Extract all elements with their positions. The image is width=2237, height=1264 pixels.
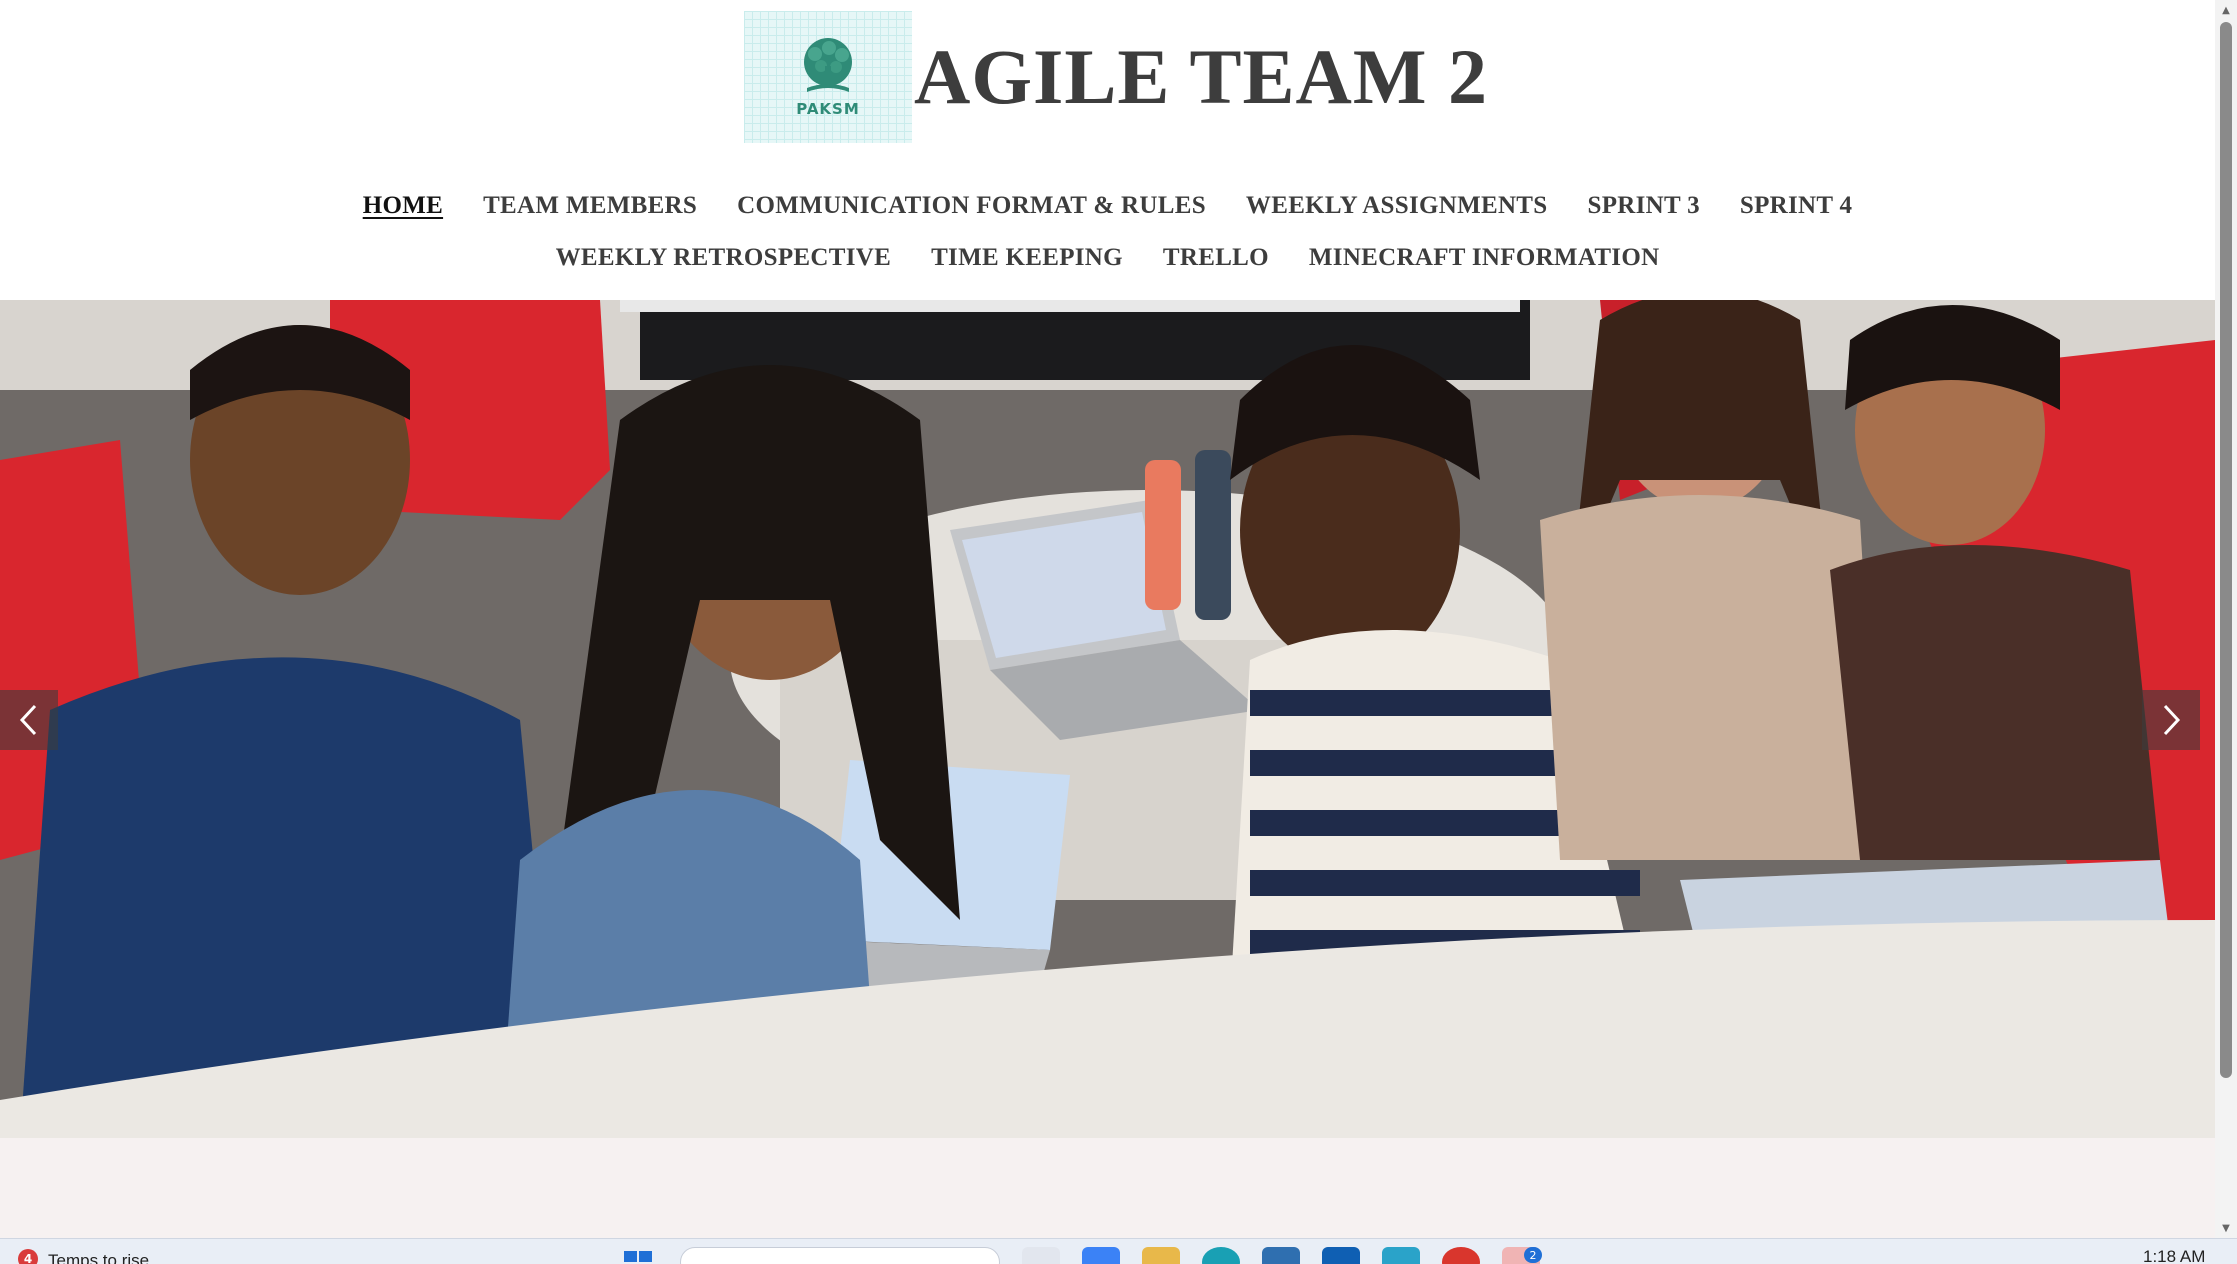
image-slideshow: [0, 300, 2215, 1138]
nav-item-sprint-4[interactable]: SPRINT 4: [1740, 192, 1852, 220]
weather-text: Temps to rise: [48, 1251, 150, 1264]
taskbar-apps: 2: [620, 1247, 1542, 1264]
app-badge: 2: [1524, 1247, 1542, 1263]
scroll-up-arrow-icon[interactable]: ▲: [2215, 0, 2237, 20]
vertical-scrollbar[interactable]: ▲ ▼: [2215, 0, 2237, 1238]
chevron-left-icon: [19, 704, 37, 736]
chevron-right-icon: [2163, 704, 2181, 736]
nav-item-trello[interactable]: TRELLO: [1163, 244, 1269, 272]
slideshow-next-button[interactable]: [2142, 690, 2200, 750]
site-logo[interactable]: PAKSM: [744, 11, 912, 143]
site-title[interactable]: AGILE TEAM 2: [914, 11, 1488, 143]
task-view-icon[interactable]: [1022, 1247, 1060, 1264]
app-icon[interactable]: [1382, 1247, 1420, 1264]
nav-row-2: WEEKLY RETROSPECTIVE TIME KEEPING TRELLO…: [0, 232, 2215, 284]
weather-widget[interactable]: 4 Temps to rise: [18, 1239, 149, 1264]
scroll-thumb[interactable]: [2220, 22, 2232, 1078]
nav-item-weekly-retrospective[interactable]: WEEKLY RETROSPECTIVE: [556, 244, 892, 272]
brand[interactable]: PAKSM AGILE TEAM 2: [744, 11, 1488, 143]
nav-item-sprint-3[interactable]: SPRINT 3: [1588, 192, 1700, 220]
outlook-icon[interactable]: [1322, 1247, 1360, 1264]
active-app-icon[interactable]: 2: [1502, 1247, 1542, 1264]
nav-item-home[interactable]: HOME: [363, 192, 443, 220]
nav-item-communication-format-rules[interactable]: COMMUNICATION FORMAT & RULES: [737, 192, 1206, 220]
chrome-browser-icon[interactable]: [1442, 1247, 1480, 1264]
main-navigation: HOME TEAM MEMBERS COMMUNICATION FORMAT &…: [0, 180, 2215, 284]
content-area: [0, 1138, 2215, 1238]
taskbar-search-input[interactable]: [680, 1247, 1000, 1264]
edge-browser-icon[interactable]: [1202, 1247, 1240, 1264]
tree-icon: [804, 38, 852, 92]
site-header: PAKSM AGILE TEAM 2 HOME TEAM MEMBERS COM…: [0, 0, 2215, 300]
logo-text: PAKSM: [796, 100, 860, 118]
slideshow-prev-button[interactable]: [0, 690, 58, 750]
web-page: PAKSM AGILE TEAM 2 HOME TEAM MEMBERS COM…: [0, 0, 2215, 1238]
scroll-down-arrow-icon[interactable]: ▼: [2215, 1218, 2237, 1238]
file-explorer-icon[interactable]: [1142, 1247, 1180, 1264]
nav-row-1: HOME TEAM MEMBERS COMMUNICATION FORMAT &…: [0, 180, 2215, 232]
start-windows-icon[interactable]: [620, 1247, 658, 1264]
nav-item-team-members[interactable]: TEAM MEMBERS: [483, 192, 697, 220]
weather-badge: 4: [18, 1249, 38, 1264]
nav-item-time-keeping[interactable]: TIME KEEPING: [931, 244, 1123, 272]
store-icon[interactable]: [1262, 1247, 1300, 1264]
nav-item-minecraft-information[interactable]: MINECRAFT INFORMATION: [1309, 244, 1660, 272]
team-photo: [0, 300, 2215, 1138]
copilot-icon[interactable]: [1082, 1247, 1120, 1264]
nav-item-weekly-assignments[interactable]: WEEKLY ASSIGNMENTS: [1246, 192, 1548, 220]
os-taskbar: 4 Temps to rise 2 1:18 AM: [0, 1238, 2237, 1264]
system-clock[interactable]: 1:18 AM: [2143, 1247, 2205, 1264]
